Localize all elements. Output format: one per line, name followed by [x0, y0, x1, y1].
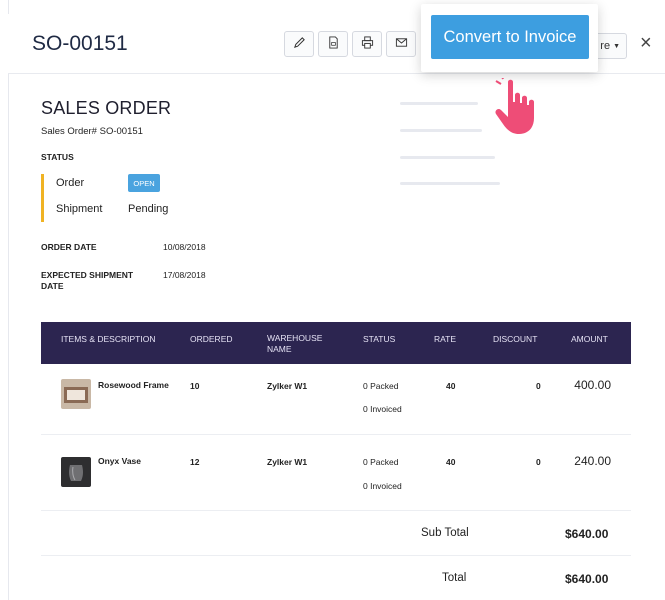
items-table-header: ITEMS & DESCRIPTION ORDERED WAREHOUSE NA…: [41, 322, 631, 364]
pdf-button[interactable]: [318, 31, 348, 57]
decor-line: [400, 182, 500, 185]
convert-popover: Convert to Invoice: [421, 4, 598, 72]
item-packed-status: 0 Packed: [363, 381, 399, 391]
order-date-label: ORDER DATE: [41, 242, 97, 252]
item-ordered: 12: [190, 457, 200, 467]
caret-down-icon: ▼: [613, 42, 620, 50]
table-row[interactable]: Onyx Vase 12 Zylker W1 0 Packed 0 Invoic…: [41, 435, 631, 511]
pencil-icon: [293, 36, 306, 52]
onyx-vase-thumbnail: [61, 457, 91, 487]
col-rate: RATE: [434, 334, 457, 344]
col-discount: DISCOUNT: [493, 334, 538, 344]
item-name: Onyx Vase: [98, 456, 142, 466]
item-warehouse: Zylker W1: [267, 457, 308, 467]
item-discount: 0: [536, 457, 541, 467]
decor-line: [400, 102, 478, 105]
order-date-value: 10/08/2018: [163, 242, 206, 252]
expected-shipment-label-line2: DATE: [41, 281, 64, 291]
email-button[interactable]: [386, 31, 416, 57]
totals-divider: [41, 555, 631, 556]
order-status-label: Order: [56, 177, 85, 189]
total-label: Total: [442, 572, 467, 584]
col-warehouse-line2: NAME: [267, 344, 292, 354]
decor-line: [400, 156, 495, 159]
expected-shipment-label-line1: EXPECTED SHIPMENT: [41, 270, 134, 280]
edit-button[interactable]: [284, 31, 314, 57]
item-warehouse: Zylker W1: [267, 381, 308, 391]
pointing-hand-icon: [495, 78, 534, 134]
col-ordered: ORDERED: [190, 334, 233, 344]
shipment-status-label: Shipment: [56, 203, 103, 215]
col-status: STATUS: [363, 334, 396, 344]
pdf-icon: [327, 36, 340, 52]
close-icon[interactable]: ×: [640, 33, 652, 53]
mail-icon: [395, 36, 408, 52]
col-warehouse: WAREHOUSE NAME: [267, 333, 322, 355]
col-amount: AMOUNT: [571, 334, 608, 344]
panel-left-border: [8, 0, 9, 600]
subtotal-value: $640.00: [565, 527, 609, 541]
print-button[interactable]: [352, 31, 382, 57]
status-badge: OPEN: [128, 174, 160, 192]
total-value: $640.00: [565, 572, 609, 586]
col-warehouse-line1: WAREHOUSE: [267, 333, 323, 343]
item-amount: 240.00: [574, 454, 611, 468]
page-title: SO-00151: [32, 32, 128, 55]
item-rate: 40: [446, 381, 456, 391]
decor-line: [400, 129, 482, 132]
item-invoiced-status: 0 Invoiced: [363, 481, 402, 491]
rosewood-frame-thumbnail: [61, 379, 91, 409]
item-name: Rosewood Frame: [98, 380, 169, 390]
table-row[interactable]: Rosewood Frame 10 Zylker W1 0 Packed 0 I…: [41, 364, 631, 435]
printer-icon: [361, 36, 374, 52]
expected-shipment-value: 17/08/2018: [163, 270, 206, 280]
col-items: ITEMS & DESCRIPTION: [61, 334, 156, 344]
item-discount: 0: [536, 381, 541, 391]
convert-to-invoice-button[interactable]: Convert to Invoice: [431, 15, 589, 59]
toolbar: [284, 31, 416, 57]
document-heading: SALES ORDER: [41, 98, 172, 118]
item-invoiced-status: 0 Invoiced: [363, 404, 402, 414]
item-packed-status: 0 Packed: [363, 457, 399, 467]
status-accent-bar: [41, 174, 44, 222]
item-rate: 40: [446, 457, 456, 467]
expected-shipment-label: EXPECTED SHIPMENT DATE: [41, 270, 133, 292]
item-ordered: 10: [190, 381, 200, 391]
status-heading: STATUS: [41, 152, 74, 162]
subtotal-label: Sub Total: [421, 527, 469, 539]
item-amount: 400.00: [574, 378, 611, 392]
sales-order-number: Sales Order# SO-00151: [41, 126, 143, 137]
more-label: re: [600, 40, 611, 52]
shipment-status-value: Pending: [128, 203, 169, 215]
